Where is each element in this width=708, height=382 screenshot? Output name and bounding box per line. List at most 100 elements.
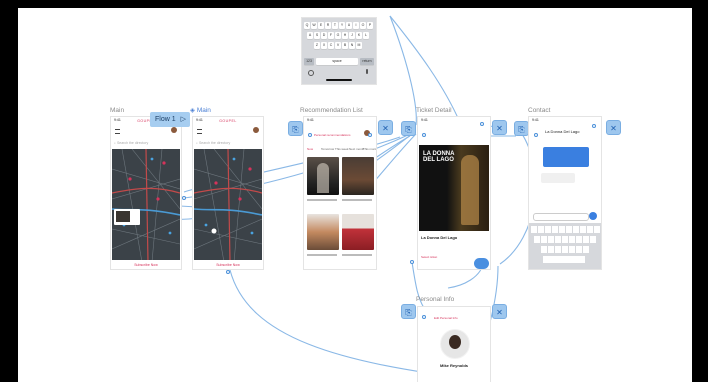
menu-icon[interactable] xyxy=(115,129,120,134)
event-thumbnail-3[interactable] xyxy=(307,214,339,250)
frame-label-main-1: Main xyxy=(110,107,125,114)
connection-handle[interactable] xyxy=(592,124,596,128)
frame-label-ticket: Ticket Detail xyxy=(416,107,452,114)
close-icon[interactable]: ✕ xyxy=(378,120,393,135)
key-f[interactable]: F xyxy=(328,32,334,39)
keyboard-frame: QWERTYUIOP ASDFGHJKL ZXCVBNM 123 space r… xyxy=(301,17,377,85)
key-v[interactable]: V xyxy=(335,42,341,49)
status-time: 9:41 xyxy=(532,118,539,122)
frame-label-recommendation: Recommendation List xyxy=(300,107,363,114)
key-e[interactable]: E xyxy=(318,22,324,29)
connection-handle[interactable] xyxy=(182,196,186,200)
microphone-icon[interactable] xyxy=(366,69,368,74)
key-x[interactable]: X xyxy=(321,42,327,49)
date-filter-tabs[interactable]: Now Tomorrow This week Next month This month xyxy=(307,147,376,152)
event-thumbnail-2[interactable] xyxy=(342,157,374,195)
profile-name: Mike Reynolds xyxy=(440,363,469,368)
status-time: 9:41 xyxy=(421,118,428,122)
select-ticket-link[interactable]: Select ticket xyxy=(421,255,437,259)
caption-line xyxy=(307,254,337,256)
ticket-detail-screen[interactable]: 9:41 LA DONNA DEL LAGO La Donna Del Lago… xyxy=(417,116,491,270)
key-y[interactable]: Y xyxy=(339,22,345,29)
search-input[interactable]: ⌕ Search the directory xyxy=(114,141,178,147)
scroll-link-handle[interactable] xyxy=(474,258,489,269)
key-p[interactable]: P xyxy=(367,22,373,29)
main-screen-1[interactable]: 9:41 GOUPEL ⌕ Search the directory Subsc… xyxy=(110,116,182,270)
numbers-key[interactable]: 123 xyxy=(304,58,314,65)
space-key[interactable]: space xyxy=(316,58,358,65)
key-g[interactable]: G xyxy=(335,32,341,39)
tab-4[interactable]: This month xyxy=(363,147,376,151)
map-event-card[interactable] xyxy=(114,209,140,225)
key-u[interactable]: U xyxy=(346,22,352,29)
recommendation-screen[interactable]: 9:41 Personal recommendations Now Tomorro… xyxy=(303,116,377,270)
flow-starting-point[interactable]: Flow 1 ▷ xyxy=(150,112,190,127)
app-logo: GOUPEL xyxy=(219,119,237,123)
subscribe-link[interactable]: Subscribe Now xyxy=(111,263,181,267)
profile-photo[interactable] xyxy=(440,329,470,359)
emoji-icon[interactable] xyxy=(308,70,314,76)
connection-handle[interactable] xyxy=(308,133,312,137)
event-thumbnail-1[interactable] xyxy=(307,157,339,195)
close-icon[interactable]: ✕ xyxy=(492,304,507,319)
flow-label: Flow 1 xyxy=(155,116,176,123)
map-streets xyxy=(194,149,262,260)
connection-handle[interactable] xyxy=(480,122,484,126)
send-icon[interactable] xyxy=(589,212,597,220)
status-time: 9:41 xyxy=(307,118,314,122)
link-icon[interactable]: ⎘ xyxy=(288,121,303,136)
key-a[interactable]: A xyxy=(307,32,313,39)
avatar[interactable] xyxy=(171,127,177,133)
event-thumbnail-4[interactable] xyxy=(342,214,374,250)
subscribe-link[interactable]: Subscribe Now xyxy=(193,263,263,267)
key-c[interactable]: C xyxy=(328,42,334,49)
map-view[interactable] xyxy=(194,149,262,260)
contact-keyboard xyxy=(529,223,601,269)
frame-title-main-2: Main xyxy=(196,107,211,114)
key-r[interactable]: R xyxy=(325,22,331,29)
key-w[interactable]: W xyxy=(311,22,317,29)
connection-handle[interactable] xyxy=(422,133,426,137)
link-icon[interactable]: ⎘ xyxy=(514,121,529,136)
key-j[interactable]: J xyxy=(349,32,355,39)
key-q[interactable]: Q xyxy=(304,22,310,29)
poster-figure xyxy=(461,155,479,225)
avatar[interactable] xyxy=(253,127,259,133)
key-d[interactable]: D xyxy=(321,32,327,39)
key-t[interactable]: T xyxy=(332,22,338,29)
connection-handle[interactable] xyxy=(226,270,230,274)
menu-icon[interactable] xyxy=(197,129,202,134)
close-icon[interactable]: ✕ xyxy=(606,120,621,135)
message-input[interactable] xyxy=(533,213,589,221)
search-input[interactable]: ⌕ Search the directory xyxy=(196,141,260,147)
key-b[interactable]: B xyxy=(342,42,348,49)
key-i[interactable]: I xyxy=(353,22,359,29)
connection-handle[interactable] xyxy=(368,133,372,137)
key-z[interactable]: Z xyxy=(314,42,320,49)
key-k[interactable]: K xyxy=(356,32,362,39)
tab-0[interactable]: Now xyxy=(307,147,313,151)
link-icon[interactable]: ⎘ xyxy=(401,304,416,319)
key-n[interactable]: N xyxy=(349,42,355,49)
tab-1[interactable]: Tomorrow xyxy=(321,147,334,151)
link-icon[interactable]: ⎘ xyxy=(401,121,416,136)
connection-handle[interactable] xyxy=(422,315,426,319)
contact-screen[interactable]: 9:41 La Donna Del Lago xyxy=(528,116,602,270)
key-o[interactable]: O xyxy=(360,22,366,29)
tab-2[interactable]: This week xyxy=(335,147,349,151)
frame-label-contact: Contact xyxy=(528,107,551,114)
main-screen-2[interactable]: 9:41 GOUPEL ⌕ Search the directory Subsc… xyxy=(192,116,264,270)
connection-handle[interactable] xyxy=(534,133,538,137)
close-icon[interactable]: ✕ xyxy=(492,120,507,135)
personal-info-screen[interactable]: Edit Personal Info Mike Reynolds xyxy=(417,306,491,382)
map-view[interactable] xyxy=(112,149,180,260)
connection-handle[interactable] xyxy=(410,260,414,264)
key-m[interactable]: M xyxy=(356,42,362,49)
prototype-canvas[interactable]: QWERTYUIOP ASDFGHJKL ZXCVBNM 123 space r… xyxy=(18,8,692,382)
return-key[interactable]: return xyxy=(360,58,374,65)
key-h[interactable]: H xyxy=(342,32,348,39)
event-title: La Donna Del Lago xyxy=(421,235,458,240)
key-l[interactable]: L xyxy=(363,32,369,39)
play-icon: ▷ xyxy=(180,116,186,123)
key-s[interactable]: S xyxy=(314,32,320,39)
